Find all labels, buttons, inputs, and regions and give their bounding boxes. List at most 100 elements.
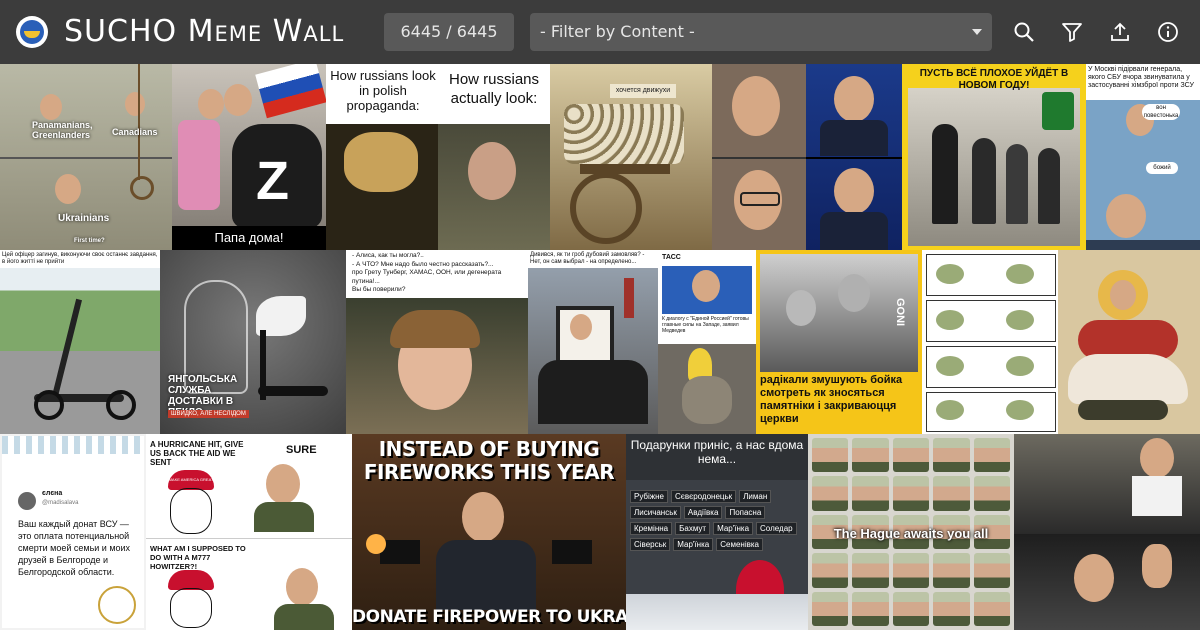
meme-tile-trump-car[interactable]	[1014, 434, 1200, 630]
meme-caption: ПУСТЬ ВСЁ ПЛОХОЕ УЙДЁТ В НОВОМ ГОДУ!	[919, 68, 1069, 91]
meme-tile-hague-faces[interactable]: The Hague awaits you all	[808, 434, 1014, 630]
city-label: Сіверськ	[630, 538, 671, 551]
meme-tile-icon-saint[interactable]	[1058, 250, 1200, 434]
meme-tile-boyko-radicals[interactable]: GONI радікали змушують бойка смотреть як…	[756, 250, 922, 434]
meme-tile-skull-cart[interactable]: хочется движухи	[550, 64, 712, 250]
sucho-logo-icon[interactable]	[16, 16, 48, 48]
city-label: Мар'їнка	[713, 522, 754, 535]
meme-caption: The Hague awaits you all	[833, 526, 989, 541]
meme-subcaption: ШВИДКО, АЛЕ НЕСЛІДОМ	[168, 410, 249, 418]
app-title: SUCHO Meme Wall	[64, 14, 345, 49]
meme-answer: SURE	[286, 444, 317, 456]
speech-bubble: божий	[1146, 162, 1178, 174]
city-label: Соледар	[756, 522, 797, 535]
meme-label: Panamanians, Greenlanders	[32, 120, 93, 140]
meme-wall-grid: Panamanians, Greenlanders Canadians Ukra…	[0, 64, 1200, 630]
meme-label: First time?	[74, 238, 105, 244]
portrait-thumbnail	[973, 591, 1010, 626]
meme-tile-angel-delivery[interactable]: ЯНГОЛЬСЬКА СЛУЖБА ДОСТАВКИ В ПЕКЛО ШВИДК…	[160, 250, 346, 434]
meme-tile-comic-strip[interactable]	[922, 250, 1058, 434]
meme-tile-donate-tweet[interactable]: єлєна @madisalava Ваш каждый донат ВСУ —…	[0, 434, 146, 630]
portrait-thumbnail	[933, 553, 970, 588]
tweet-author: єлєна	[42, 490, 63, 497]
city-label: Попасна	[725, 506, 766, 519]
top-bar: SUCHO Meme Wall 6445 / 6445 - Filter by …	[0, 0, 1200, 64]
portrait-thumbnail	[892, 591, 930, 626]
meme-tile-fireworks-donate[interactable]: INSTEAD OF BUYING FIREWORKS THIS YEAR DO…	[352, 434, 626, 630]
portrait-thumbnail	[933, 591, 970, 626]
city-label: Лисичанськ	[630, 506, 681, 519]
tweet-text: Ваш каждый донат ВСУ — это оплата потенц…	[18, 519, 131, 577]
upload-icon[interactable]	[1108, 20, 1132, 44]
meme-caption: У Москві підірвали генерала, якого СБУ в…	[1086, 64, 1200, 100]
portrait-thumbnail	[812, 591, 849, 626]
portrait-thumbnail	[852, 553, 889, 588]
meme-tile-tass-banana-cat[interactable]: ТАСС К диалогу с "Единой Россией" готовы…	[658, 250, 756, 434]
info-icon[interactable]	[1156, 20, 1180, 44]
city-label: Сєвєродонецьк	[671, 490, 737, 503]
meme-tile-alice-girl[interactable]: - Алиса, как ты могла?.. - А ЧТО? Мне на…	[346, 250, 528, 434]
meme-tile-hurricane-wojak[interactable]: A HURRICANE HIT, GIVE US BACK THE AID WE…	[146, 434, 352, 630]
portrait-thumbnail	[973, 438, 1010, 473]
meme-text-right: How russians actually look:	[448, 71, 540, 107]
meme-tile-hanging-ropes[interactable]: Panamanians, Greenlanders Canadians Ukra…	[0, 64, 172, 250]
meme-text: - Алиса, как ты могла?.. - А ЧТО? Мне на…	[352, 252, 502, 293]
city-label: Семенівка	[716, 538, 763, 551]
meme-label: Canadians	[112, 127, 158, 137]
tweet-handle: @madisalava	[42, 500, 79, 506]
meme-tile-tv-host[interactable]	[806, 64, 902, 250]
meme-question: A HURRICANE HIT, GIVE US BACK THE AID WE…	[150, 440, 244, 467]
meme-tile-papa-doma[interactable]: Z Папа дома!	[172, 64, 326, 250]
city-label: Кремінна	[630, 522, 673, 535]
meme-caption: К диалогу с "Единой Россией" готовы глав…	[662, 316, 749, 334]
city-list: Рубіжне Сєвєродонецьк Лиман Лисичанськ Авдії…	[630, 490, 804, 551]
filter-icon[interactable]	[1060, 20, 1084, 44]
meme-top-text: INSTEAD OF BUYING FIREWORKS THIS YEAR	[363, 437, 615, 484]
meme-caption: радікали змушують бойка смотреть як знос…	[760, 374, 903, 425]
portrait-thumbnail	[852, 476, 889, 511]
city-label: Лиман	[739, 490, 772, 503]
goni-logo: GONI	[894, 298, 906, 327]
search-icon[interactable]	[1012, 20, 1036, 44]
meme-tile-moscow-general[interactable]: У Москві підірвали генерала, якого СБУ в…	[1086, 64, 1200, 250]
meme-tile-santa-no-home[interactable]: Подарунки приніс, а нас вдома нема... Ру…	[626, 434, 808, 630]
meme-tile-scooter-officer[interactable]: Цей офіцер загинув, виконуючи своє остан…	[0, 250, 160, 434]
agency-name: ТАСС	[662, 254, 681, 261]
meme-caption: Папа дома!	[172, 226, 326, 250]
meme-caption: Дивився, як ти гроб дубовий замовляв? - …	[528, 250, 658, 268]
portrait-thumbnail	[933, 476, 970, 511]
portrait-thumbnail	[933, 438, 970, 473]
meme-counter: 6445 / 6445	[384, 13, 514, 51]
filter-by-content-select[interactable]: - Filter by Content -	[530, 13, 992, 51]
meme-tile-putin-coffin[interactable]: Дивився, як ти гроб дубовий замовляв? - …	[528, 250, 658, 434]
meme-text-left: How russians look in polish propaganda:	[330, 68, 436, 113]
filter-select-value: - Filter by Content -	[540, 22, 695, 41]
portrait-thumbnail	[812, 438, 849, 473]
meme-caption: хочется движухи	[610, 84, 676, 98]
portrait-thumbnail	[892, 553, 930, 588]
speech-bubble: вон повестонька	[1142, 104, 1180, 120]
portrait-thumbnail	[852, 438, 889, 473]
meme-tile-russians-propaganda[interactable]: How russians look in polish propaganda: …	[326, 64, 550, 250]
city-label: Авдіївка	[683, 506, 723, 519]
avatar	[18, 492, 36, 510]
portrait-thumbnail	[892, 438, 930, 473]
city-label: Бахмут	[675, 522, 711, 535]
maga-hat: MAKE AMERICA GREAT AGAIN	[168, 470, 214, 502]
meme-tile-glasses-guy[interactable]	[712, 64, 806, 250]
meme-bottom-text: DONATE FIREPOWER TO UKRAINE	[352, 607, 626, 627]
meme-question: WHAT AM I SUPPOSED TO DO WITH A M777 HOW…	[150, 544, 246, 571]
city-label: Мар'їнка	[673, 538, 714, 551]
portrait-thumbnail	[852, 591, 889, 626]
meme-label: Ukrainians	[58, 213, 110, 224]
z-symbol: Z	[256, 151, 289, 211]
meme-tile-new-year-old-women[interactable]: ПУСТЬ ВСЁ ПЛОХОЕ УЙДЁТ В НОВОМ ГОДУ!	[902, 64, 1086, 250]
chevron-down-icon	[972, 29, 982, 35]
portrait-thumbnail	[812, 553, 849, 588]
portrait-thumbnail	[812, 476, 849, 511]
meme-caption: Цей офіцер загинув, виконуючи своє остан…	[0, 250, 160, 268]
portrait-thumbnail	[892, 476, 930, 511]
portrait-thumbnail	[973, 553, 1010, 588]
portrait-thumbnail	[973, 476, 1010, 511]
meme-caption: Подарунки приніс, а нас вдома нема...	[626, 434, 808, 480]
